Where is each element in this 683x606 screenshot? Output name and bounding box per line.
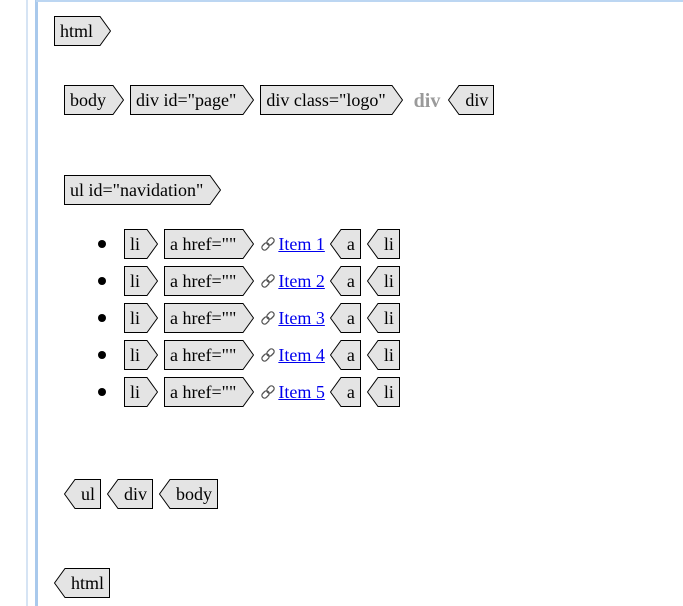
tag-ul-close[interactable]: ul	[64, 479, 101, 509]
link-icon	[261, 385, 276, 399]
tag-a-close[interactable]: a	[329, 377, 361, 407]
tag-ul-open[interactable]: ul id="navidation"	[64, 175, 221, 205]
tag-a-close[interactable]: a	[329, 266, 361, 296]
tag-div-page-open[interactable]: div id="page"	[130, 85, 254, 115]
tag-li-close[interactable]: li	[366, 266, 400, 296]
list-bullet	[98, 388, 106, 396]
tag-html-close[interactable]: html	[54, 568, 110, 598]
list-bullet	[98, 277, 106, 285]
tag-li-close[interactable]: li	[366, 340, 400, 370]
tag-a-open[interactable]: a href=""	[164, 229, 255, 259]
nav-list-item: li a href="" Item 4 a li	[98, 339, 406, 371]
tag-li-open[interactable]: li	[124, 377, 158, 407]
tag-a-open[interactable]: a href=""	[164, 303, 255, 333]
tag-li-open[interactable]: li	[124, 229, 158, 259]
row-closers: ul div body	[64, 478, 224, 510]
row-body-div: body div id="page" div class="logo" div …	[64, 84, 500, 116]
link-icon	[261, 311, 276, 325]
link-icon	[261, 274, 276, 288]
nav-list-item: li a href="" Item 2 a li	[98, 265, 406, 297]
nav-list-item: li a href="" Item 5 a li	[98, 376, 406, 408]
tag-li-open[interactable]: li	[124, 303, 158, 333]
list-bullet	[98, 314, 106, 322]
tag-li-open[interactable]: li	[124, 340, 158, 370]
tag-li-close[interactable]: li	[366, 377, 400, 407]
nav-list-item: li a href="" Item 3 a li	[98, 302, 406, 334]
nav-item-link[interactable]: Item 5	[278, 382, 325, 403]
nav-item-link[interactable]: Item 2	[278, 271, 325, 292]
tag-body-close[interactable]: body	[159, 479, 219, 509]
tag-a-close[interactable]: a	[329, 229, 361, 259]
list-bullet	[98, 351, 106, 359]
tag-div-logo-open[interactable]: div class="logo"	[260, 85, 404, 115]
nav-item-link[interactable]: Item 3	[278, 308, 325, 329]
row-ul-open: ul id="navidation"	[64, 174, 227, 206]
tag-body-open[interactable]: body	[64, 85, 124, 115]
nav-item-link[interactable]: Item 4	[278, 345, 325, 366]
nav-item-link[interactable]: Item 1	[278, 234, 325, 255]
tag-li-open[interactable]: li	[124, 266, 158, 296]
tag-div-page-close[interactable]: div	[107, 479, 154, 509]
editor-top-rule	[36, 0, 683, 2]
tag-li-close[interactable]: li	[366, 229, 400, 259]
tag-a-open[interactable]: a href=""	[164, 266, 255, 296]
row-html-close: html	[54, 567, 116, 599]
row-html-open: html	[54, 15, 117, 47]
editor-gutter-line-active	[35, 0, 38, 606]
tag-a-close[interactable]: a	[329, 303, 361, 333]
editor-gutter-line	[26, 0, 28, 606]
tag-li-close[interactable]: li	[366, 303, 400, 333]
tag-div-close[interactable]: div	[448, 85, 495, 115]
link-icon	[261, 348, 276, 362]
nav-list-item: li a href="" Item 1 a li	[98, 228, 406, 260]
tag-a-open[interactable]: a href=""	[164, 340, 255, 370]
logo-div-content: div	[413, 89, 441, 112]
link-icon	[261, 237, 276, 251]
tag-a-open[interactable]: a href=""	[164, 377, 255, 407]
list-bullet	[98, 240, 106, 248]
tag-a-close[interactable]: a	[329, 340, 361, 370]
tag-html-open[interactable]: html	[54, 16, 111, 46]
